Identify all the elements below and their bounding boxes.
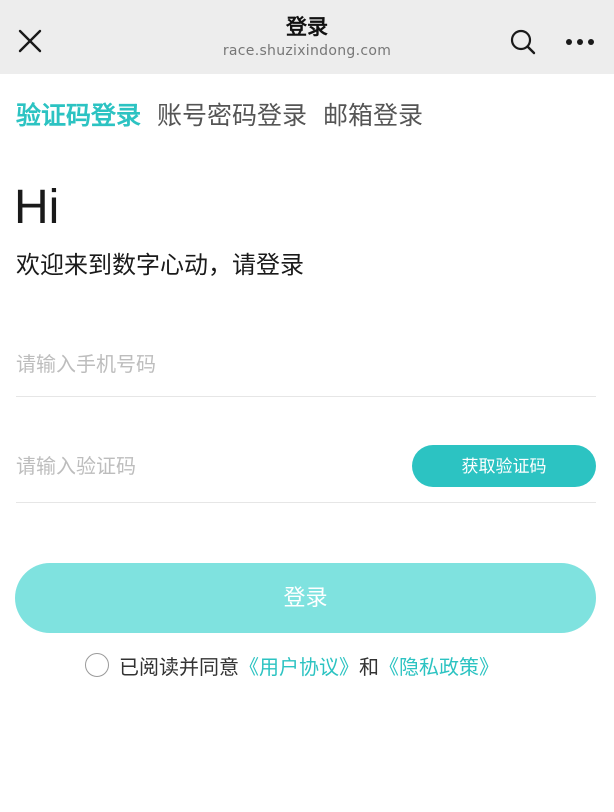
browser-topbar: 登录 race.shuzixindong.com xyxy=(0,0,614,74)
get-code-button[interactable]: 获取验证码 xyxy=(412,445,596,487)
agreement-prefix: 已阅读并同意 xyxy=(119,654,239,679)
tab-password-login[interactable]: 账号密码登录 xyxy=(157,96,307,136)
greeting-hi: Hi xyxy=(14,181,60,234)
login-tabs: 验证码登录 账号密码登录 邮箱登录 xyxy=(16,96,439,136)
user-agreement-link[interactable]: 《用户协议》 xyxy=(239,651,359,680)
agreement-and: 和 xyxy=(359,654,379,679)
welcome-text: 欢迎来到数字心动，请登录 xyxy=(16,251,304,279)
agreement-row: 已阅读并同意 《用户协议》 和 《隐私政策》 xyxy=(85,650,499,680)
login-page: 登录 race.shuzixindong.com 验证码登录 账号密码登录 邮箱… xyxy=(0,0,614,812)
code-input[interactable] xyxy=(16,446,396,486)
login-button[interactable]: 登录 xyxy=(15,563,596,633)
tab-sms-login[interactable]: 验证码登录 xyxy=(16,96,141,136)
tab-email-login[interactable]: 邮箱登录 xyxy=(323,96,423,136)
phone-input[interactable] xyxy=(16,344,396,384)
code-field: 获取验证码 xyxy=(16,445,596,503)
search-icon[interactable] xyxy=(509,28,537,56)
privacy-policy-link[interactable]: 《隐私政策》 xyxy=(379,651,499,680)
agreement-checkbox[interactable] xyxy=(85,653,109,677)
more-icon[interactable] xyxy=(564,34,596,48)
phone-field xyxy=(16,344,596,397)
